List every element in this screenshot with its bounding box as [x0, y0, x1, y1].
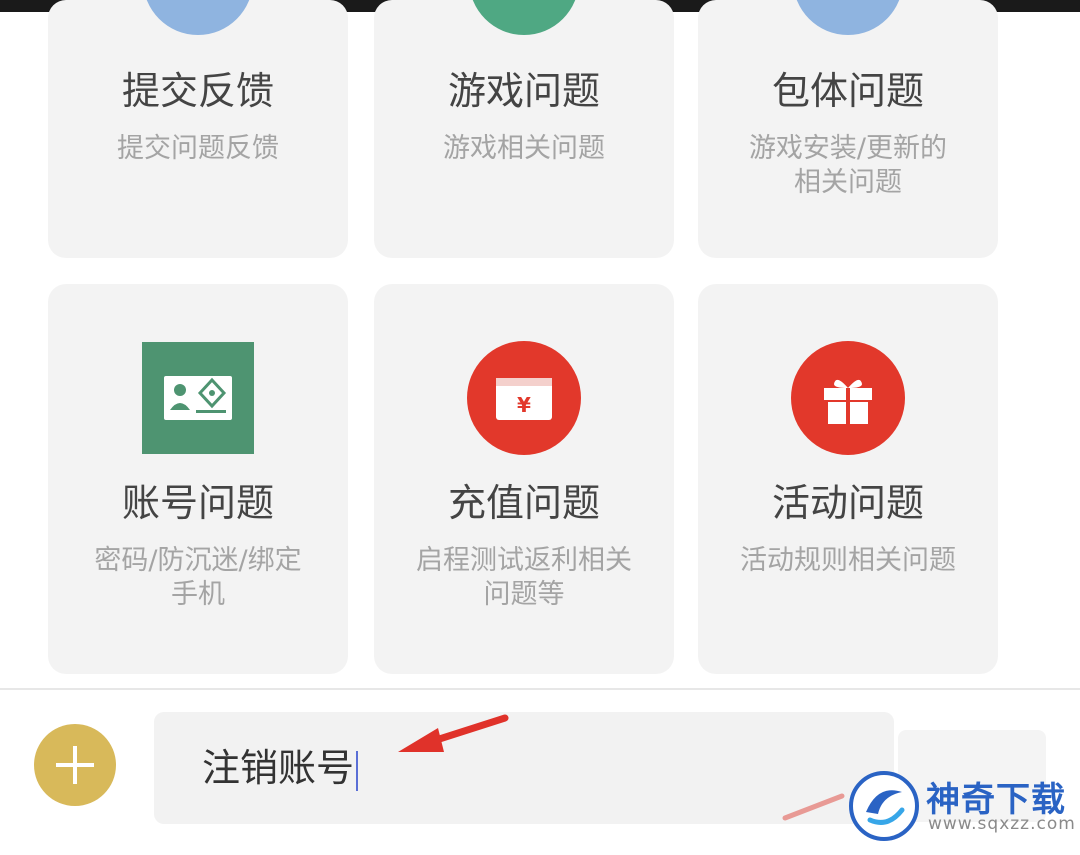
card-recharge-issue[interactable]: ¥ 充值问题 启程测试返利相关问题等: [374, 284, 674, 674]
game-icon: [469, 0, 579, 35]
gift-icon: [790, 340, 906, 456]
add-button[interactable]: [34, 724, 116, 806]
card-subtitle: 活动规则相关问题: [740, 545, 956, 576]
card-event-issue[interactable]: 活动问题 活动规则相关问题: [698, 284, 998, 674]
card-title: 游戏问题: [447, 69, 600, 113]
divider: [0, 688, 1080, 690]
message-input[interactable]: 注销账号: [154, 712, 894, 824]
watermark-url: www.sqxzz.com: [928, 814, 1076, 834]
card-account-issue[interactable]: 账号问题 密码/防沉迷/绑定手机: [48, 284, 348, 674]
card-title: 充值问题: [447, 481, 600, 525]
card-title: 包体问题: [771, 69, 924, 113]
card-title: 提交反馈: [121, 69, 274, 113]
watermark: 神奇下载 www.sqxzz.com: [848, 770, 1078, 850]
id-card-icon: [140, 340, 256, 456]
card-feedback[interactable]: 提交反馈 提交问题反馈: [48, 0, 348, 258]
feedback-icon: [143, 0, 253, 35]
plus-icon: [56, 746, 94, 784]
package-icon: [793, 0, 903, 35]
watermark-logo-icon: [849, 771, 919, 841]
card-subtitle: 密码/防沉迷/绑定手机: [94, 545, 302, 610]
svg-text:¥: ¥: [517, 393, 531, 417]
text-caret: [356, 750, 359, 791]
recharge-icon: ¥: [466, 340, 582, 456]
card-game-issue[interactable]: 游戏问题 游戏相关问题: [374, 0, 674, 258]
card-title: 账号问题: [121, 481, 274, 525]
card-package-issue[interactable]: 包体问题 游戏安装/更新的相关问题: [698, 0, 998, 258]
card-subtitle: 提交问题反馈: [117, 133, 279, 164]
input-value: 注销账号: [202, 746, 355, 790]
card-title: 活动问题: [771, 481, 924, 525]
card-subtitle: 游戏安装/更新的相关问题: [748, 133, 948, 198]
card-subtitle: 启程测试返利相关问题等: [416, 545, 632, 610]
card-subtitle: 游戏相关问题: [443, 133, 605, 164]
